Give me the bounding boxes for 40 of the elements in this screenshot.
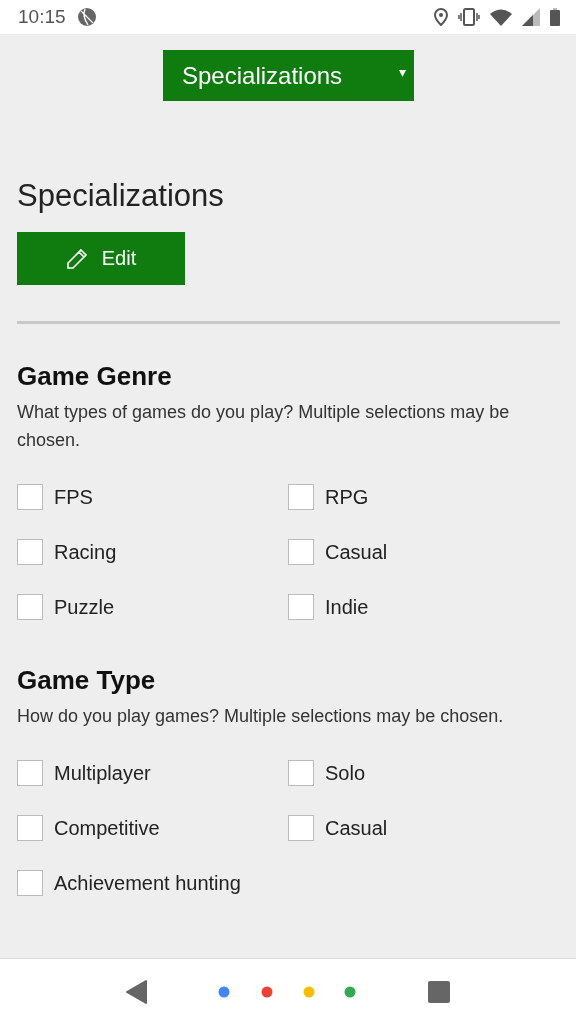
section-heading: Game Genre bbox=[17, 360, 173, 392]
wifi-icon bbox=[490, 8, 512, 26]
checkbox[interactable] bbox=[288, 539, 314, 565]
section-heading: Game Type bbox=[17, 664, 157, 696]
checkbox-label: Achievement hunting bbox=[54, 871, 241, 895]
section-description: How do you play games? Multiple selections may be chosen. bbox=[17, 705, 505, 728]
assistant-dots-icon[interactable] bbox=[218, 985, 356, 998]
checkbox[interactable] bbox=[17, 870, 43, 896]
pencil-icon bbox=[65, 247, 88, 270]
checkbox-label: Casual bbox=[325, 540, 388, 564]
checkbox[interactable] bbox=[288, 594, 314, 620]
checkbox[interactable] bbox=[288, 484, 314, 510]
checkbox-label: Competitive bbox=[54, 816, 160, 840]
checkbox-label: Puzzle bbox=[54, 595, 115, 619]
page-title: Specializations bbox=[17, 177, 225, 215]
battery-icon bbox=[550, 8, 560, 26]
checkbox-label: FPS bbox=[54, 485, 93, 509]
checkbox[interactable] bbox=[17, 484, 43, 510]
checkbox[interactable] bbox=[17, 594, 43, 620]
checkbox-label: Racing bbox=[54, 540, 117, 564]
checkbox[interactable] bbox=[288, 760, 314, 786]
checkbox-label: Multiplayer bbox=[54, 761, 151, 785]
checkbox[interactable] bbox=[17, 760, 43, 786]
vibrate-icon bbox=[458, 8, 480, 26]
checkbox-label: RPG bbox=[325, 485, 369, 509]
checkbox-label: Solo bbox=[325, 761, 366, 785]
back-icon[interactable] bbox=[126, 979, 148, 1004]
checkbox[interactable] bbox=[17, 815, 43, 841]
checkbox[interactable] bbox=[288, 815, 314, 841]
location-icon bbox=[434, 8, 448, 26]
checkbox[interactable] bbox=[17, 539, 43, 565]
signal-icon bbox=[522, 8, 540, 26]
ball-icon bbox=[77, 8, 96, 26]
checkbox-label: Casual bbox=[325, 816, 388, 840]
section-description: What types of games do you play? Multiple selections may be chosen. bbox=[17, 401, 511, 452]
recents-icon[interactable] bbox=[428, 980, 450, 1003]
clock: 10:15 bbox=[18, 6, 66, 28]
page-dropdown[interactable]: Specializations ▾ bbox=[163, 50, 414, 101]
checkbox-label: Indie bbox=[325, 595, 369, 619]
edit-button[interactable]: Edit bbox=[17, 232, 185, 285]
